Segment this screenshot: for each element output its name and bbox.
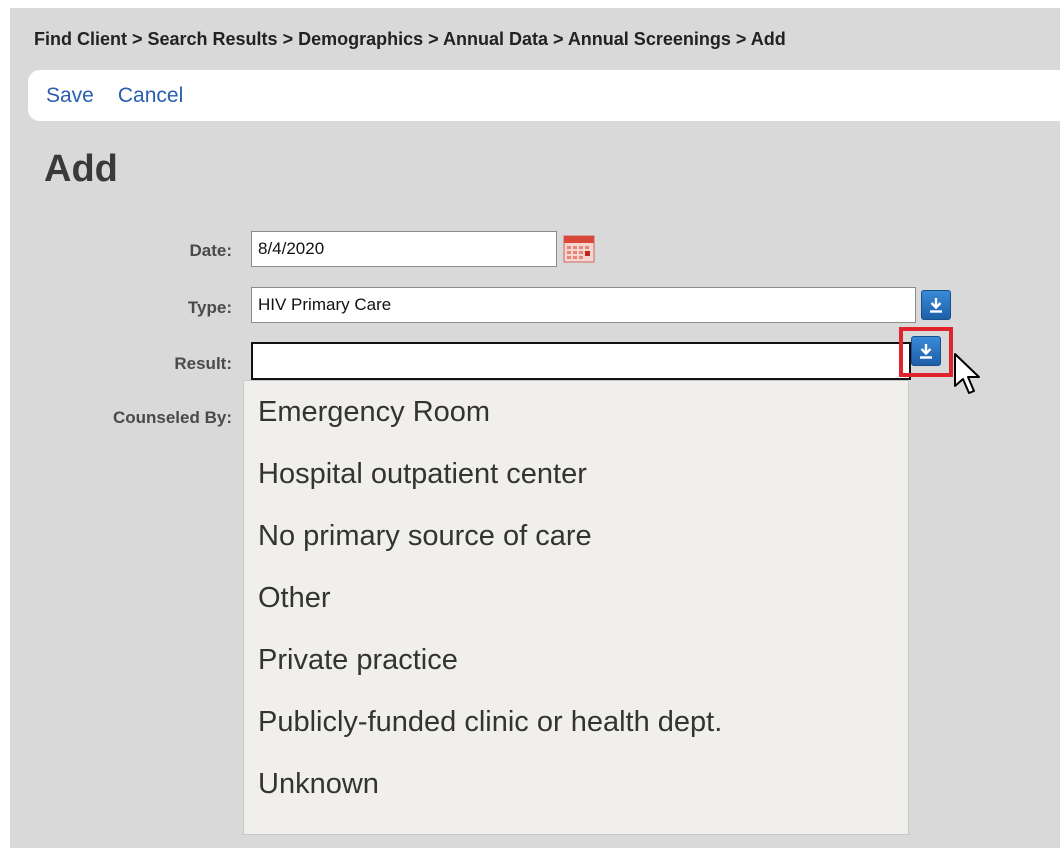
counseled-by-label: Counseled By:	[112, 408, 232, 427]
dropdown-option[interactable]: Unknown	[244, 753, 908, 815]
dropdown-option[interactable]: Private practice	[244, 629, 908, 691]
highlight-box	[899, 327, 953, 377]
date-label: Date:	[189, 241, 232, 260]
result-field[interactable]	[251, 342, 911, 380]
breadcrumb: Find Client > Search Results > Demograph…	[34, 28, 786, 49]
result-label: Result:	[174, 354, 232, 373]
type-label: Type:	[187, 298, 232, 317]
dropdown-option[interactable]: Emergency Room	[244, 381, 908, 443]
type-dropdown-button[interactable]	[921, 290, 951, 320]
top-strip	[0, 0, 1060, 8]
mouse-pointer-icon	[954, 353, 980, 394]
dropdown-option[interactable]: Hospital outpatient center	[244, 443, 908, 505]
dropdown-option[interactable]: No primary source of care	[244, 505, 908, 567]
result-dropdown-list: Emergency Room Hospital outpatient cente…	[243, 380, 909, 835]
type-field[interactable]: HIV Primary Care	[251, 287, 916, 323]
action-bar: Save Cancel	[28, 70, 1060, 121]
download-arrow-icon	[930, 298, 942, 313]
dropdown-option[interactable]: Publicly-funded clinic or health dept.	[244, 691, 908, 753]
cancel-button[interactable]: Cancel	[118, 84, 183, 108]
page-title: Add	[44, 148, 118, 190]
save-button[interactable]: Save	[46, 84, 94, 108]
dropdown-option[interactable]: Other	[244, 567, 908, 629]
date-field[interactable]: 8/4/2020	[251, 231, 557, 267]
calendar-icon[interactable]	[563, 233, 595, 263]
